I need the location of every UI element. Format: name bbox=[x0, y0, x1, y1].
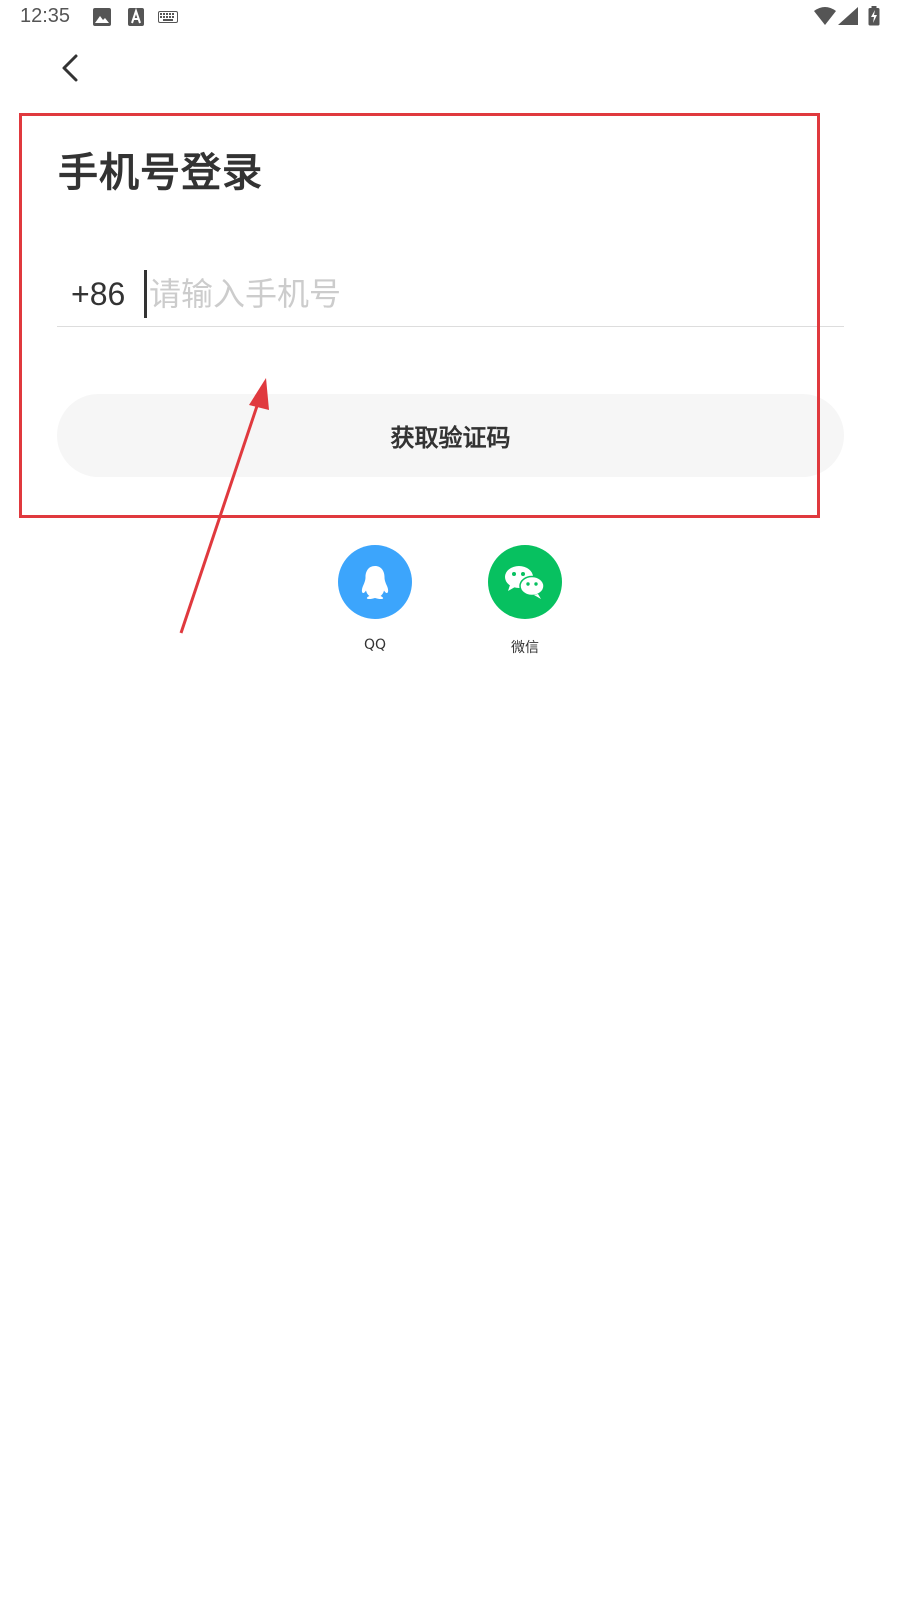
wechat-icon-circle bbox=[488, 545, 562, 619]
chevron-left-icon bbox=[62, 54, 78, 82]
phone-input-row: +86 bbox=[57, 262, 844, 327]
qq-icon-circle bbox=[338, 545, 412, 619]
wifi-icon bbox=[814, 7, 836, 25]
country-code-selector[interactable]: +86 bbox=[57, 276, 143, 313]
wechat-login-label: 微信 bbox=[511, 640, 539, 656]
font-a-notification-icon bbox=[128, 8, 144, 26]
status-time: 12:35 bbox=[20, 5, 71, 27]
wechat-login-button[interactable]: 微信 bbox=[475, 545, 575, 657]
battery-icon bbox=[868, 6, 880, 26]
status-bar: 12:35 bbox=[0, 0, 900, 36]
image-notification-icon bbox=[93, 8, 111, 26]
annotation-arrow bbox=[179, 378, 269, 634]
get-verification-code-button[interactable]: 获取验证码 bbox=[57, 394, 844, 477]
wechat-icon bbox=[505, 566, 545, 599]
qq-login-label: QQ bbox=[363, 637, 387, 653]
keyboard-notification-icon bbox=[158, 11, 178, 23]
phone-number-input[interactable] bbox=[144, 270, 844, 318]
back-button[interactable] bbox=[50, 48, 90, 88]
page-title: 手机号登录 bbox=[58, 150, 263, 196]
qq-login-button[interactable]: QQ bbox=[325, 545, 425, 653]
social-login: QQ 微信 bbox=[0, 545, 900, 665]
cell-signal-icon bbox=[838, 7, 858, 25]
qq-penguin-icon bbox=[361, 566, 389, 600]
